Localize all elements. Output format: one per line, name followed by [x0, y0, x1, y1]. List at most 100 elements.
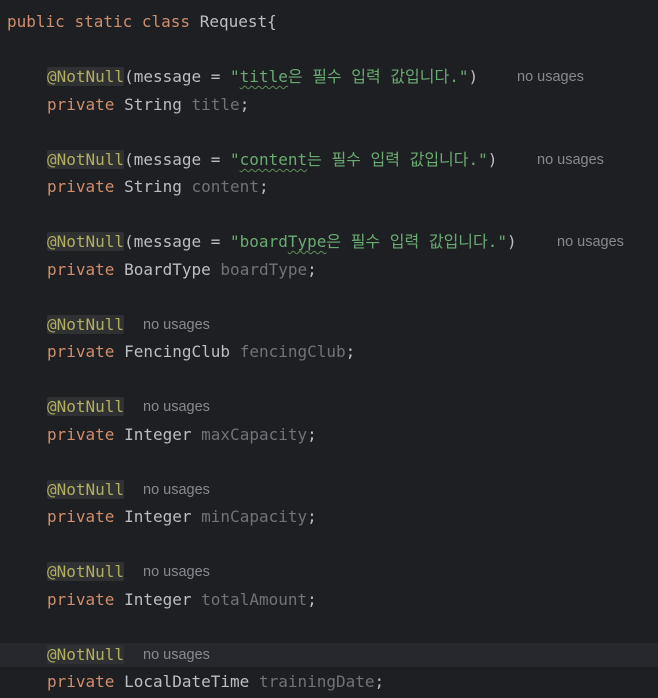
message-string-prefix: "	[230, 67, 240, 86]
field-line-mincapacity[interactable]: private Integer minCapacity;	[0, 505, 658, 529]
notnull-annotation: @NotNull	[47, 150, 125, 169]
semicolon: ;	[307, 425, 317, 444]
notnull-annotation: @NotNull	[47, 645, 125, 664]
field-declaration: private LocalDateTime trainingDate;	[47, 670, 384, 694]
field-name: boardType	[220, 260, 308, 279]
usages-hint[interactable]: no usages	[143, 395, 210, 419]
annotation-code: @NotNull	[47, 395, 125, 419]
annotation-code: @NotNull(message = "boardType은 필수 입력 값입니…	[47, 230, 517, 254]
keyword-public: public	[7, 12, 65, 31]
annotation-args-close: )	[468, 67, 479, 86]
message-string-typo-word: title	[239, 67, 288, 86]
annotation-line-fencingclub[interactable]: @NotNull no usages	[0, 313, 658, 337]
annotation-code: @NotNull(message = "title은 필수 입력 값입니다.")	[47, 65, 478, 89]
annotation-code: @NotNull(message = "content는 필수 입력 값입니다.…	[47, 148, 497, 172]
message-string-prefix: "	[230, 150, 240, 169]
semicolon: ;	[307, 590, 317, 609]
keyword-private: private	[47, 177, 115, 196]
semicolon: ;	[307, 507, 317, 526]
annotation-code: @NotNull	[47, 313, 125, 337]
semicolon: ;	[307, 260, 317, 279]
keyword-private: private	[47, 507, 115, 526]
keyword-private: private	[47, 95, 115, 114]
semicolon: ;	[239, 95, 250, 114]
field-declaration: private Integer totalAmount;	[47, 588, 317, 612]
notnull-annotation: @NotNull	[47, 315, 125, 334]
notnull-annotation: @NotNull	[47, 232, 125, 251]
usages-hint[interactable]: no usages	[517, 65, 584, 89]
usages-hint[interactable]: no usages	[557, 230, 624, 254]
annotation-args-close: )	[507, 232, 517, 251]
message-string-rest: 은 필수 입력 값입니다."	[326, 232, 508, 251]
annotation-line-trainingdate[interactable]: @NotNull no usages	[0, 643, 658, 667]
message-string-rest: 는 필수 입력 값입니다."	[307, 150, 488, 169]
annotation-line-title[interactable]: @NotNull(message = "title은 필수 입력 값입니다.")…	[0, 65, 658, 89]
field-declaration: private FencingClub fencingClub;	[47, 340, 355, 364]
field-declaration: private Integer maxCapacity;	[47, 423, 317, 447]
field-type: FencingClub	[124, 342, 231, 361]
annotation-args-open: (message =	[124, 150, 231, 169]
usages-hint[interactable]: no usages	[143, 643, 210, 667]
field-line-trainingdate[interactable]: private LocalDateTime trainingDate;	[0, 670, 658, 694]
message-string-rest: 은 필수 입력 값입니다."	[287, 67, 469, 86]
field-name: maxCapacity	[201, 425, 308, 444]
field-type: BoardType	[124, 260, 211, 279]
keyword-private: private	[47, 342, 115, 361]
keyword-class: class	[141, 12, 191, 31]
keyword-private: private	[47, 672, 115, 691]
field-name: totalAmount	[201, 590, 308, 609]
message-string-typo-word: Type	[287, 232, 327, 251]
annotation-line-boardtype[interactable]: @NotNull(message = "boardType은 필수 입력 값입니…	[0, 230, 658, 254]
field-declaration: private String content;	[47, 175, 269, 199]
keyword-private: private	[47, 590, 115, 609]
field-name: content	[191, 177, 259, 196]
field-type: String	[124, 95, 182, 114]
keyword-private: private	[47, 425, 115, 444]
field-type: Integer	[124, 425, 192, 444]
field-type: LocalDateTime	[124, 672, 250, 691]
semicolon: ;	[345, 342, 356, 361]
usages-hint[interactable]: no usages	[143, 478, 210, 502]
message-string-prefix: "board	[230, 232, 288, 251]
code-editor[interactable]: public static class Request{ @NotNull(me…	[0, 0, 658, 698]
field-line-boardtype[interactable]: private BoardType boardType;	[0, 258, 658, 282]
usages-hint[interactable]: no usages	[537, 148, 604, 172]
field-declaration: private BoardType boardType;	[47, 258, 317, 282]
field-type: Integer	[124, 507, 192, 526]
field-line-fencingclub[interactable]: private FencingClub fencingClub;	[0, 340, 658, 364]
annotation-code: @NotNull	[47, 560, 125, 584]
field-name: trainingDate	[258, 672, 375, 691]
annotation-args-open: (message =	[124, 232, 231, 251]
field-declaration: private String title;	[47, 93, 249, 117]
annotation-line-totalamount[interactable]: @NotNull no usages	[0, 560, 658, 584]
usages-hint[interactable]: no usages	[143, 560, 210, 584]
annotation-code: @NotNull	[47, 478, 125, 502]
annotation-line-content[interactable]: @NotNull(message = "content는 필수 입력 값입니다.…	[0, 148, 658, 172]
field-line-totalamount[interactable]: private Integer totalAmount;	[0, 588, 658, 612]
keyword-private: private	[47, 260, 115, 279]
notnull-annotation: @NotNull	[47, 397, 125, 416]
class-declaration: public static class Request{	[7, 10, 277, 34]
annotation-line-maxcapacity[interactable]: @NotNull no usages	[0, 395, 658, 419]
usages-hint[interactable]: no usages	[143, 313, 210, 337]
field-name: fencingClub	[239, 342, 346, 361]
semicolon: ;	[258, 177, 269, 196]
notnull-annotation: @NotNull	[47, 562, 125, 581]
keyword-static: static	[74, 12, 133, 31]
field-line-maxcapacity[interactable]: private Integer maxCapacity;	[0, 423, 658, 447]
notnull-annotation: @NotNull	[47, 67, 125, 86]
annotation-code: @NotNull	[47, 643, 125, 667]
class-declaration-line[interactable]: public static class Request{	[0, 10, 658, 34]
annotation-args-open: (message =	[124, 67, 231, 86]
field-type: String	[124, 177, 182, 196]
class-name: Request	[199, 12, 268, 31]
annotation-line-mincapacity[interactable]: @NotNull no usages	[0, 478, 658, 502]
field-line-content[interactable]: private String content;	[0, 175, 658, 199]
notnull-annotation: @NotNull	[47, 480, 125, 499]
field-line-title[interactable]: private String title;	[0, 93, 658, 117]
semicolon: ;	[374, 672, 385, 691]
field-name: title	[191, 95, 240, 114]
message-string-typo-word: content	[239, 150, 308, 169]
field-declaration: private Integer minCapacity;	[47, 505, 317, 529]
open-brace: {	[267, 12, 277, 31]
